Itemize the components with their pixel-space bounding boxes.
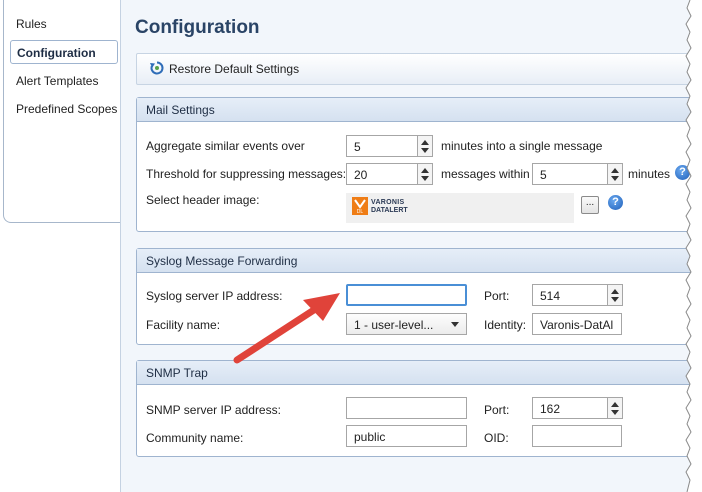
aggregate-suffix-label: minutes into a single message	[441, 139, 603, 153]
identity-label: Identity:	[484, 318, 527, 332]
snmp-port-label: Port:	[484, 403, 510, 417]
sidebar-item-alert-templates[interactable]: Alert Templates	[16, 74, 98, 88]
sidebar: Rules Configuration Alert Templates Pred…	[0, 0, 134, 492]
syslog-group: Syslog Message Forwarding Syslog server …	[136, 248, 702, 345]
snmp-server-label: SNMP server IP address:	[146, 403, 281, 417]
help-icon[interactable]: ?	[608, 195, 623, 210]
community-input[interactable]: public	[346, 425, 467, 447]
within-minutes-spinner[interactable]	[608, 163, 623, 185]
syslog-port-label: Port:	[484, 289, 510, 303]
main-panel: Configuration Restore Default Settings M…	[120, 0, 702, 492]
restore-default-button[interactable]: Restore Default Settings	[137, 54, 337, 84]
torn-edge	[684, 0, 702, 492]
minutes-label: minutes	[628, 167, 671, 181]
syslog-header: Syslog Message Forwarding	[137, 249, 702, 273]
within-minutes-input[interactable]: 5	[532, 163, 608, 185]
syslog-server-input[interactable]	[346, 284, 467, 306]
sidebar-item-rules[interactable]: Rules	[16, 17, 47, 31]
snmp-server-input[interactable]	[346, 397, 467, 419]
logo-text-line1: VARONIS	[371, 199, 405, 206]
logo-badge: DL	[357, 209, 364, 215]
aggregate-minutes-spinner[interactable]	[418, 135, 433, 157]
community-label: Community name:	[146, 431, 244, 445]
threshold-messages-spinner[interactable]	[418, 163, 433, 185]
mail-settings-header: Mail Settings	[137, 98, 702, 122]
oid-label: OID:	[484, 431, 509, 445]
identity-input[interactable]: Varonis-DatAl	[532, 313, 622, 335]
syslog-port-spinner[interactable]	[608, 284, 623, 306]
aggregate-label: Aggregate similar events over	[146, 139, 305, 153]
header-image-label: Select header image:	[146, 193, 260, 207]
snmp-header: SNMP Trap	[137, 361, 702, 385]
chevron-down-icon	[451, 322, 459, 327]
varonis-logo-icon: DL	[352, 197, 368, 215]
oid-input[interactable]	[532, 425, 622, 447]
sidebar-item-predefined-scopes[interactable]: Predefined Scopes	[16, 102, 117, 116]
facility-select[interactable]: 1 - user-level...	[346, 313, 467, 335]
toolbar: Restore Default Settings	[136, 53, 702, 85]
logo-text-line2: DATALERT	[371, 207, 408, 214]
sidebar-item-configuration[interactable]: Configuration	[10, 40, 118, 64]
snmp-port-spinner[interactable]	[608, 397, 623, 419]
syslog-port-input[interactable]: 514	[532, 284, 608, 306]
facility-label: Facility name:	[146, 318, 221, 332]
syslog-server-label: Syslog server IP address:	[146, 289, 283, 303]
mail-settings-group: Mail Settings Aggregate similar events o…	[136, 97, 702, 232]
restore-icon	[150, 61, 164, 75]
restore-default-label: Restore Default Settings	[169, 62, 300, 76]
threshold-label: Threshold for suppressing messages:	[146, 167, 347, 181]
snmp-group: SNMP Trap SNMP server IP address: Port: …	[136, 360, 702, 457]
facility-select-value: 1 - user-level...	[354, 318, 434, 332]
header-image-preview: DL VARONIS DATALERT	[346, 193, 574, 223]
aggregate-minutes-input[interactable]: 5	[346, 135, 418, 157]
snmp-port-input[interactable]: 162	[532, 397, 608, 419]
within-label: messages within	[441, 167, 530, 181]
threshold-messages-input[interactable]: 20	[346, 163, 418, 185]
browse-button[interactable]: ...	[581, 196, 599, 214]
page-title: Configuration	[135, 17, 260, 38]
